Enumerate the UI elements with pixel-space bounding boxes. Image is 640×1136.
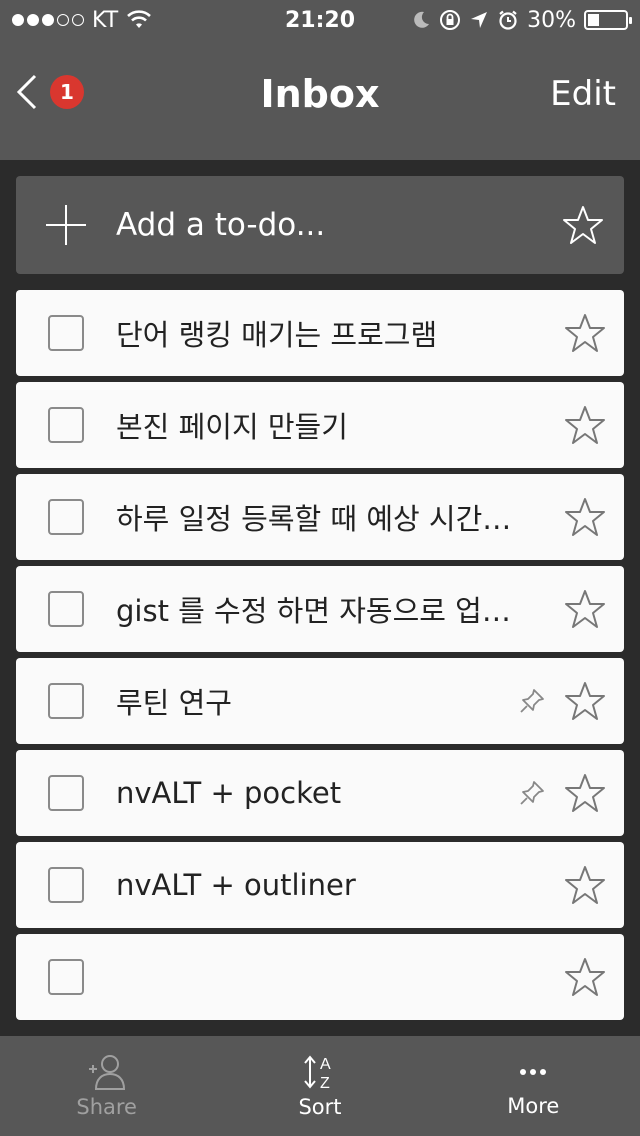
bottom-toolbar: Share A Z Sort More [0,1036,640,1136]
task-checkbox[interactable] [48,775,84,811]
task-row[interactable] [16,934,624,1020]
star-icon[interactable] [564,864,606,906]
status-right: 30% [411,7,632,33]
battery-icon [584,10,632,30]
carrier-label: KT [92,7,119,33]
task-title: 단어 랭킹 매기는 프로그램 [116,318,438,352]
task-checkbox[interactable] [48,959,84,995]
task-title: 루틴 연구 [116,686,232,720]
status-bar: KT 21:20 30% [0,0,640,40]
signal-strength-icon [12,14,84,26]
task-row[interactable]: 단어 랭킹 매기는 프로그램 [16,290,624,376]
task-title: 본진 페이지 만들기 [116,410,348,444]
location-arrow-icon [471,12,488,28]
star-icon[interactable] [564,956,606,998]
moon-icon [414,11,430,28]
star-icon[interactable] [564,588,606,630]
svg-text:Z: Z [320,1075,330,1091]
task-checkbox[interactable] [48,591,84,627]
task-checkbox[interactable] [48,315,84,351]
task-container: 단어 랭킹 매기는 프로그램본진 페이지 만들기하루 일정 등록할 때 예상 시… [16,290,624,1020]
alarm-icon [499,10,517,30]
more-label: More [507,1094,560,1118]
add-todo-input[interactable]: Add a to-do... [116,207,562,243]
share-button[interactable]: Share [0,1036,213,1136]
page-title: Inbox [260,72,380,116]
more-button[interactable]: More [427,1036,640,1136]
task-checkbox[interactable] [48,407,84,443]
sort-button[interactable]: A Z Sort [213,1036,426,1136]
task-title: nvALT + pocket [116,776,342,810]
wifi-icon [127,10,152,28]
pin-icon [520,781,544,805]
todo-list: Add a to-do... 단어 랭킹 매기는 프로그램본진 페이지 만들기하… [16,176,624,1036]
svg-text:A: A [320,1056,331,1073]
task-row[interactable]: 본진 페이지 만들기 [16,382,624,468]
task-row[interactable]: nvALT + outliner [16,842,624,928]
navigation-bar: 1 Inbox Edit [0,40,640,160]
edit-button[interactable]: Edit [550,74,616,114]
task-checkbox[interactable] [48,683,84,719]
status-left: KT [12,8,152,33]
task-row[interactable]: gist 를 수정 하면 자동으로 업… [16,566,624,652]
add-person-icon [88,1055,125,1090]
star-icon[interactable] [564,772,606,814]
star-icon[interactable] [564,496,606,538]
task-row[interactable]: 루틴 연구 [16,658,624,744]
task-checkbox[interactable] [48,867,84,903]
battery-percent: 30% [527,7,576,33]
add-todo-row[interactable]: Add a to-do... [16,176,624,274]
task-title: 하루 일정 등록할 때 예상 시간… [116,502,512,536]
sort-az-icon: A Z [304,1055,331,1091]
task-checkbox[interactable] [48,499,84,535]
task-title: gist 를 수정 하면 자동으로 업… [116,594,511,628]
sort-label: Sort [298,1095,342,1119]
star-icon[interactable] [564,312,606,354]
task-row[interactable]: 하루 일정 등록할 때 예상 시간… [16,474,624,560]
ellipsis-icon [520,1069,547,1075]
star-icon[interactable] [564,404,606,446]
plus-icon [46,205,86,245]
battery-fill [588,14,599,26]
task-row[interactable]: nvALT + pocket [16,750,624,836]
star-icon[interactable] [564,680,606,722]
pin-icon [520,689,544,713]
rotation-lock-icon [440,10,461,30]
share-label: Share [76,1095,137,1119]
task-title: nvALT + outliner [116,868,356,902]
star-icon[interactable] [562,204,604,246]
